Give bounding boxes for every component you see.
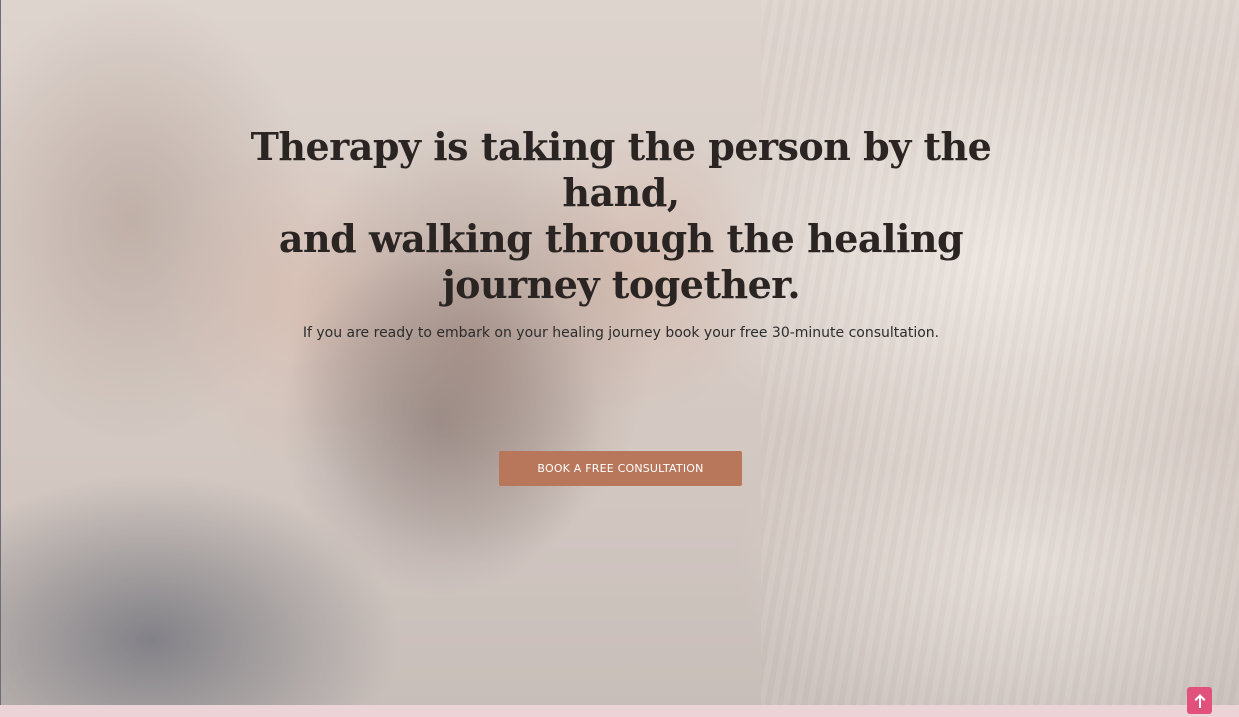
hero-headline: Therapy is taking the person by the hand… [221,124,1021,308]
hero-headline-line-3: journey together. [441,262,801,307]
hero-headline-line-1: Therapy is taking the person by the hand… [250,124,992,215]
scroll-to-top-button[interactable] [1187,687,1212,714]
hero-headline-line-2: and walking through the healing [278,216,964,261]
hero-section: Therapy is taking the person by the hand… [0,0,1239,705]
book-consultation-button[interactable]: BOOK A FREE CONSULTATION [499,451,742,486]
footer-strip [0,705,1239,717]
hero-overlay [1,0,1239,705]
arrow-up-icon [1194,693,1205,708]
hero-subtext: If you are ready to embark on your heali… [302,325,940,341]
